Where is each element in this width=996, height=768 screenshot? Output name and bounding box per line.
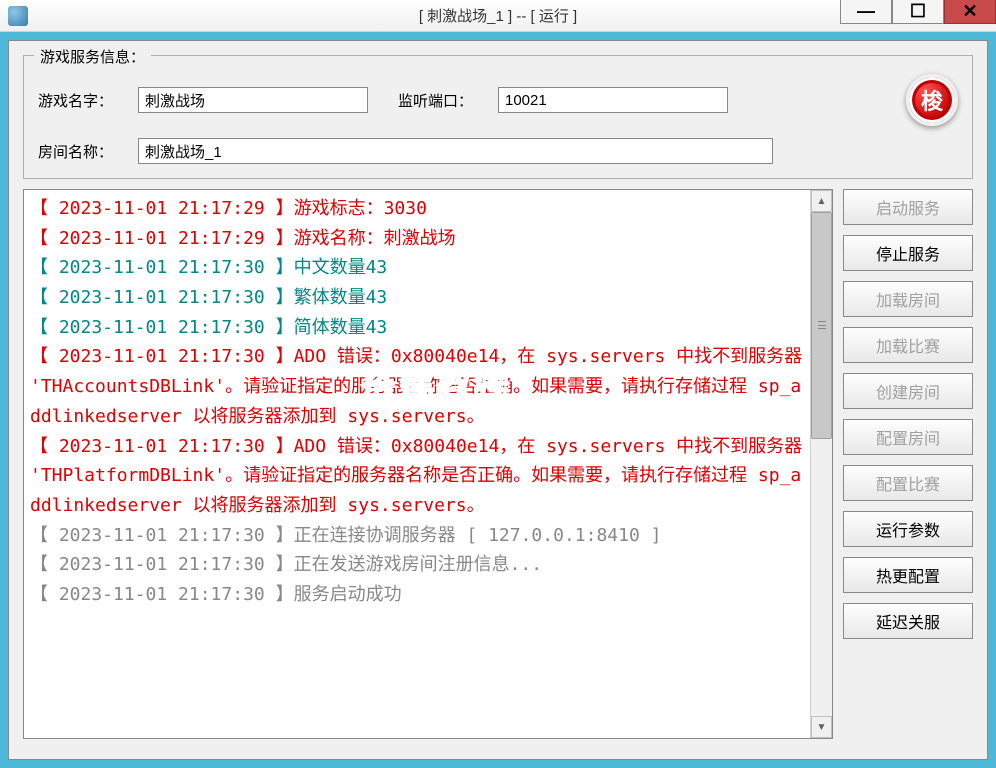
log-line: 【 2023-11-01 21:17:30 】ADO 错误：0x80040e14…: [30, 342, 804, 431]
load-match-button[interactable]: 加载比赛: [843, 327, 973, 363]
config-room-button[interactable]: 配置房间: [843, 419, 973, 455]
hot-config-button[interactable]: 热更配置: [843, 557, 973, 593]
start-service-button[interactable]: 启动服务: [843, 189, 973, 225]
fieldset-legend: 游戏服务信息：: [34, 46, 151, 67]
game-name-label: 游戏名字：: [38, 90, 138, 111]
close-button[interactable]: ✕: [944, 0, 996, 24]
log-line: 【 2023-11-01 21:17:30 】服务启动成功: [30, 580, 804, 610]
scrollbar[interactable]: ▲ ▼: [810, 190, 832, 738]
stop-service-button[interactable]: 停止服务: [843, 235, 973, 271]
delay-close-button[interactable]: 延迟关服: [843, 603, 973, 639]
log-line: 【 2023-11-01 21:17:30 】繁体数量43: [30, 283, 804, 313]
maximize-button[interactable]: ☐: [892, 0, 944, 24]
log-line: 【 2023-11-01 21:17:30 】中文数量43: [30, 253, 804, 283]
scroll-track[interactable]: [811, 212, 832, 716]
log-container: 【 2023-11-01 21:17:29 】游戏标志：3030【 2023-1…: [23, 189, 833, 739]
scroll-up-button[interactable]: ▲: [811, 190, 832, 212]
scroll-down-button[interactable]: ▼: [811, 716, 832, 738]
form-row-1: 游戏名字： 监听端口： 梭: [38, 74, 958, 126]
port-label: 监听端口：: [398, 90, 498, 111]
minimize-button[interactable]: —: [840, 0, 892, 24]
room-name-label: 房间名称：: [38, 141, 138, 162]
log-line: 【 2023-11-01 21:17:29 】游戏名称：刺激战场: [30, 224, 804, 254]
log-line: 【 2023-11-01 21:17:30 】ADO 错误：0x80040e14…: [30, 432, 804, 521]
window-title: [ 刺激战场_1 ] -- [ 运行 ]: [419, 5, 577, 26]
run-params-button[interactable]: 运行参数: [843, 511, 973, 547]
button-column: 启动服务 停止服务 加载房间 加载比赛 创建房间 配置房间 配置比赛 运行参数 …: [843, 189, 973, 739]
service-info-fieldset: 游戏服务信息： 游戏名字： 监听端口： 梭 房间名称：: [23, 55, 973, 179]
titlebar: [ 刺激战场_1 ] -- [ 运行 ] — ☐ ✕: [0, 0, 996, 32]
log-content: 【 2023-11-01 21:17:29 】游戏标志：3030【 2023-1…: [24, 190, 810, 738]
app-icon: [8, 6, 28, 26]
log-line: 【 2023-11-01 21:17:30 】正在连接协调服务器 [ 127.0…: [30, 521, 804, 551]
window-controls: — ☐ ✕: [840, 0, 996, 31]
create-room-button[interactable]: 创建房间: [843, 373, 973, 409]
room-name-input[interactable]: [138, 138, 773, 164]
scroll-thumb[interactable]: [811, 212, 832, 439]
window-body: 游戏服务信息： 游戏名字： 监听端口： 梭 房间名称： 【 2023-11-01…: [0, 32, 996, 768]
main-area: 【 2023-11-01 21:17:29 】游戏标志：3030【 2023-1…: [23, 189, 973, 739]
config-match-button[interactable]: 配置比赛: [843, 465, 973, 501]
game-name-input[interactable]: [138, 87, 368, 113]
scroll-grip-icon: [818, 321, 826, 329]
chip-icon: 梭: [906, 74, 958, 126]
form-row-2: 房间名称：: [38, 138, 958, 164]
inner-panel: 游戏服务信息： 游戏名字： 监听端口： 梭 房间名称： 【 2023-11-01…: [8, 40, 988, 760]
log-line: 【 2023-11-01 21:17:29 】游戏标志：3030: [30, 194, 804, 224]
load-room-button[interactable]: 加载房间: [843, 281, 973, 317]
log-line: 【 2023-11-01 21:17:30 】简体数量43: [30, 313, 804, 343]
log-line: 【 2023-11-01 21:17:30 】正在发送游戏房间注册信息...: [30, 550, 804, 580]
port-input[interactable]: [498, 87, 728, 113]
